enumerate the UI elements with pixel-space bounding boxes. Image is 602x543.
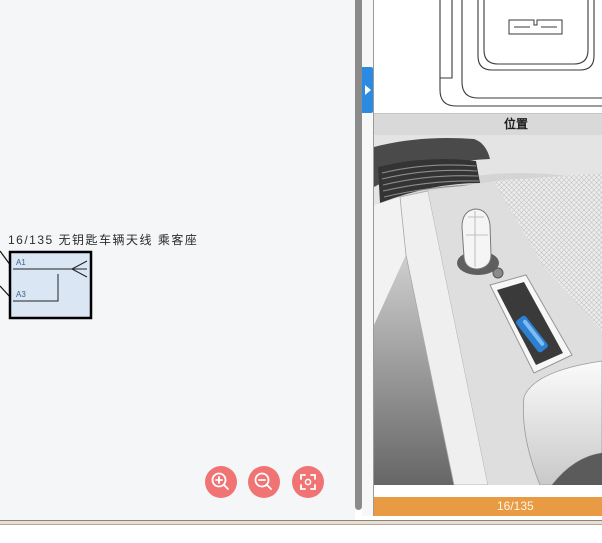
location-header-title: 位置	[504, 117, 529, 131]
component-label: 16/135 无钥匙车辆天线 乘客座	[8, 233, 199, 247]
bottom-border	[0, 520, 602, 525]
page-indicator-text: 16/135	[497, 499, 534, 513]
fit-to-screen-button[interactable]	[292, 466, 324, 498]
panel-splitter[interactable]	[355, 0, 362, 510]
zoom-in-icon	[211, 472, 229, 490]
drawing-background	[374, 0, 602, 112]
pin-label-a1: A1	[16, 258, 26, 267]
location-photo	[374, 135, 602, 485]
component-symbol[interactable]: A1 A3	[0, 246, 100, 326]
pin-label-a3: A3	[16, 290, 26, 299]
zoom-out-icon	[254, 472, 272, 490]
location-panel: 位置 16/135	[373, 0, 602, 516]
zoom-out-button[interactable]	[248, 466, 280, 498]
gear-shifter-knob	[461, 208, 492, 270]
page-indicator: 16/135	[374, 497, 602, 516]
wiring-diagram-canvas[interactable]: 16/135 无钥匙车辆天线 乘客座 A1 A3	[0, 0, 355, 520]
side-panel-toggle[interactable]	[362, 67, 373, 113]
chevron-right-icon	[365, 85, 371, 95]
rotary-knob	[492, 267, 504, 279]
location-header: 位置	[374, 113, 602, 135]
fit-to-screen-icon	[300, 474, 316, 490]
connector-drawing	[374, 0, 602, 112]
zoom-in-button[interactable]	[205, 466, 237, 498]
